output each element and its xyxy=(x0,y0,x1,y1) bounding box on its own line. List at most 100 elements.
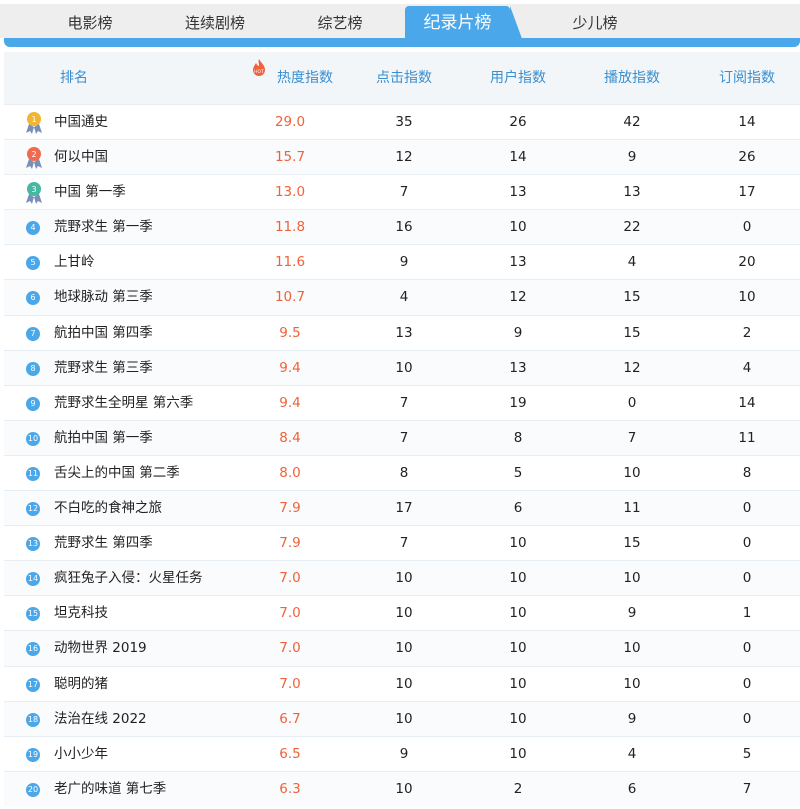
subscribe-index: 14 xyxy=(738,114,756,130)
title-link[interactable]: 舌尖上的中国 第二季 xyxy=(54,456,254,491)
click-index: 9 xyxy=(399,745,409,762)
play-index: 10 xyxy=(623,570,641,587)
table-row[interactable]: 19 小小少年 6.5 9 10 4 5 xyxy=(4,735,800,772)
table-row[interactable]: 18 法治在线 2022 6.7 10 10 9 0 xyxy=(4,700,800,737)
user-index: 13 xyxy=(509,184,527,201)
subscribe-index: 1 xyxy=(742,605,752,622)
title-link[interactable]: 疯狂兔子入侵：火星任务 xyxy=(54,561,254,596)
header-clicks: 点击指数 xyxy=(376,70,432,86)
click-index: 7 xyxy=(399,394,409,411)
tab-series[interactable]: 连续剧榜 xyxy=(165,8,265,38)
table-row[interactable]: 8 荒野求生 第三季 9.4 10 13 12 4 xyxy=(4,349,800,386)
hot-index: 7.0 xyxy=(279,570,301,587)
subscribe-index: 0 xyxy=(742,219,752,236)
title-link[interactable]: 何以中国 xyxy=(54,140,254,175)
play-index: 4 xyxy=(627,745,637,762)
title-link[interactable]: 老广的味道 第七季 xyxy=(54,772,254,807)
tab-kids[interactable]: 少儿榜 xyxy=(545,8,645,38)
table-row[interactable]: 17 聪明的猪 7.0 10 10 10 0 xyxy=(4,665,800,702)
rank-number: 9 xyxy=(26,396,40,411)
user-index: 19 xyxy=(509,394,527,411)
hot-index: 8.4 xyxy=(279,429,301,446)
user-index: 26 xyxy=(509,114,527,130)
play-index: 10 xyxy=(623,675,641,692)
user-index: 10 xyxy=(509,570,527,587)
rank-number: 10 xyxy=(26,431,40,446)
title-link[interactable]: 聪明的猪 xyxy=(54,667,254,702)
hot-index: 7.9 xyxy=(279,500,301,517)
header-subs: 订阅指数 xyxy=(719,70,775,86)
hot-index: 7.9 xyxy=(279,535,301,552)
title-link[interactable]: 荒野求生 第三季 xyxy=(54,351,254,386)
medal-icon: 1 xyxy=(26,112,42,134)
click-index: 7 xyxy=(399,429,409,446)
play-index: 15 xyxy=(623,324,641,341)
click-index: 13 xyxy=(395,324,413,341)
subscribe-index: 0 xyxy=(742,500,752,517)
click-index: 4 xyxy=(399,289,409,306)
play-index: 9 xyxy=(627,710,637,727)
header-users: 用户指数 xyxy=(490,70,546,86)
title-link[interactable]: 荒野求生全明星 第六季 xyxy=(54,386,254,421)
table-row[interactable]: 7 航拍中国 第四季 9.5 13 9 15 2 xyxy=(4,314,800,351)
user-index: 13 xyxy=(509,359,527,376)
title-link[interactable]: 动物世界 2019 xyxy=(54,631,254,666)
subscribe-index: 0 xyxy=(742,535,752,552)
table-row[interactable]: 3 中国 第一季 13.0 7 13 13 17 xyxy=(4,174,800,209)
table-row[interactable]: 9 荒野求生全明星 第六季 9.4 7 19 0 14 xyxy=(4,384,800,421)
rank-number: 5 xyxy=(26,256,40,271)
rank-number: 13 xyxy=(26,537,40,552)
subscribe-index: 10 xyxy=(738,289,756,306)
title-link[interactable]: 航拍中国 第一季 xyxy=(54,421,254,456)
title-link[interactable]: 法治在线 2022 xyxy=(54,702,254,737)
table-row[interactable]: 4 荒野求生 第一季 11.8 16 10 22 0 xyxy=(4,209,800,245)
title-link[interactable]: 上甘岭 xyxy=(54,245,254,280)
svg-text:2: 2 xyxy=(31,150,36,159)
user-index: 6 xyxy=(513,500,523,517)
table-row[interactable]: 1 中国通史 29.0 35 26 42 14 xyxy=(4,104,800,139)
play-index: 10 xyxy=(623,464,641,481)
title-link[interactable]: 航拍中国 第四季 xyxy=(54,316,254,351)
title-link[interactable]: 荒野求生 第一季 xyxy=(54,210,254,245)
title-link[interactable]: 小小少年 xyxy=(54,737,254,772)
play-index: 7 xyxy=(627,429,637,446)
user-index: 10 xyxy=(509,710,527,727)
user-index: 5 xyxy=(513,464,523,481)
category-tab-bar: 电影榜 连续剧榜 综艺榜 纪录片榜 少儿榜 xyxy=(0,0,800,48)
title-link[interactable]: 中国 第一季 xyxy=(54,175,254,210)
table-row[interactable]: 14 疯狂兔子入侵：火星任务 7.0 10 10 10 0 xyxy=(4,560,800,596)
table-row[interactable]: 10 航拍中国 第一季 8.4 7 8 7 11 xyxy=(4,419,800,456)
table-row[interactable]: 6 地球脉动 第三季 10.7 4 12 15 10 xyxy=(4,279,800,315)
table-row[interactable]: 13 荒野求生 第四季 7.9 7 10 15 0 xyxy=(4,525,800,560)
subscribe-index: 2 xyxy=(742,324,752,341)
click-index: 10 xyxy=(395,605,413,622)
ranking-table: 排名 HOT 热度指数 点击指数 用户指数 播放指数 订阅指数 1 中国通史 29… xyxy=(4,52,800,806)
title-link[interactable]: 坦克科技 xyxy=(54,596,254,631)
table-row[interactable]: 11 舌尖上的中国 第二季 8.0 8 5 10 8 xyxy=(4,454,800,491)
title-link[interactable]: 不白吃的食神之旅 xyxy=(54,491,254,526)
header-hot: 热度指数 xyxy=(277,70,333,86)
tab-movies[interactable]: 电影榜 xyxy=(40,8,140,38)
play-index: 9 xyxy=(627,149,637,166)
tab-variety[interactable]: 综艺榜 xyxy=(290,8,390,38)
table-row[interactable]: 12 不白吃的食神之旅 7.9 17 6 11 0 xyxy=(4,490,800,526)
hot-index: 8.0 xyxy=(279,464,301,481)
user-index: 12 xyxy=(509,289,527,306)
play-index: 13 xyxy=(623,184,641,201)
title-link[interactable]: 荒野求生 第四季 xyxy=(54,526,254,561)
click-index: 35 xyxy=(395,114,413,130)
rank-number: 4 xyxy=(26,221,40,236)
rank-number: 16 xyxy=(26,642,40,657)
tab-documentary[interactable]: 纪录片榜 xyxy=(405,6,524,44)
title-link[interactable]: 地球脉动 第三季 xyxy=(54,280,254,315)
rank-number: 6 xyxy=(26,291,40,306)
table-row[interactable]: 5 上甘岭 11.6 9 13 4 20 xyxy=(4,244,800,279)
hot-index: 11.6 xyxy=(274,254,306,271)
table-row[interactable]: 16 动物世界 2019 7.0 10 10 10 0 xyxy=(4,630,800,666)
table-row[interactable]: 2 何以中国 15.7 12 14 9 26 xyxy=(4,139,800,175)
subscribe-index: 0 xyxy=(742,675,752,692)
title-link[interactable]: 中国通史 xyxy=(54,105,254,140)
table-row[interactable]: 20 老广的味道 第七季 6.3 10 2 6 7 xyxy=(4,770,800,807)
table-row[interactable]: 15 坦克科技 7.0 10 10 9 1 xyxy=(4,595,800,630)
hot-index: 11.8 xyxy=(274,219,306,236)
